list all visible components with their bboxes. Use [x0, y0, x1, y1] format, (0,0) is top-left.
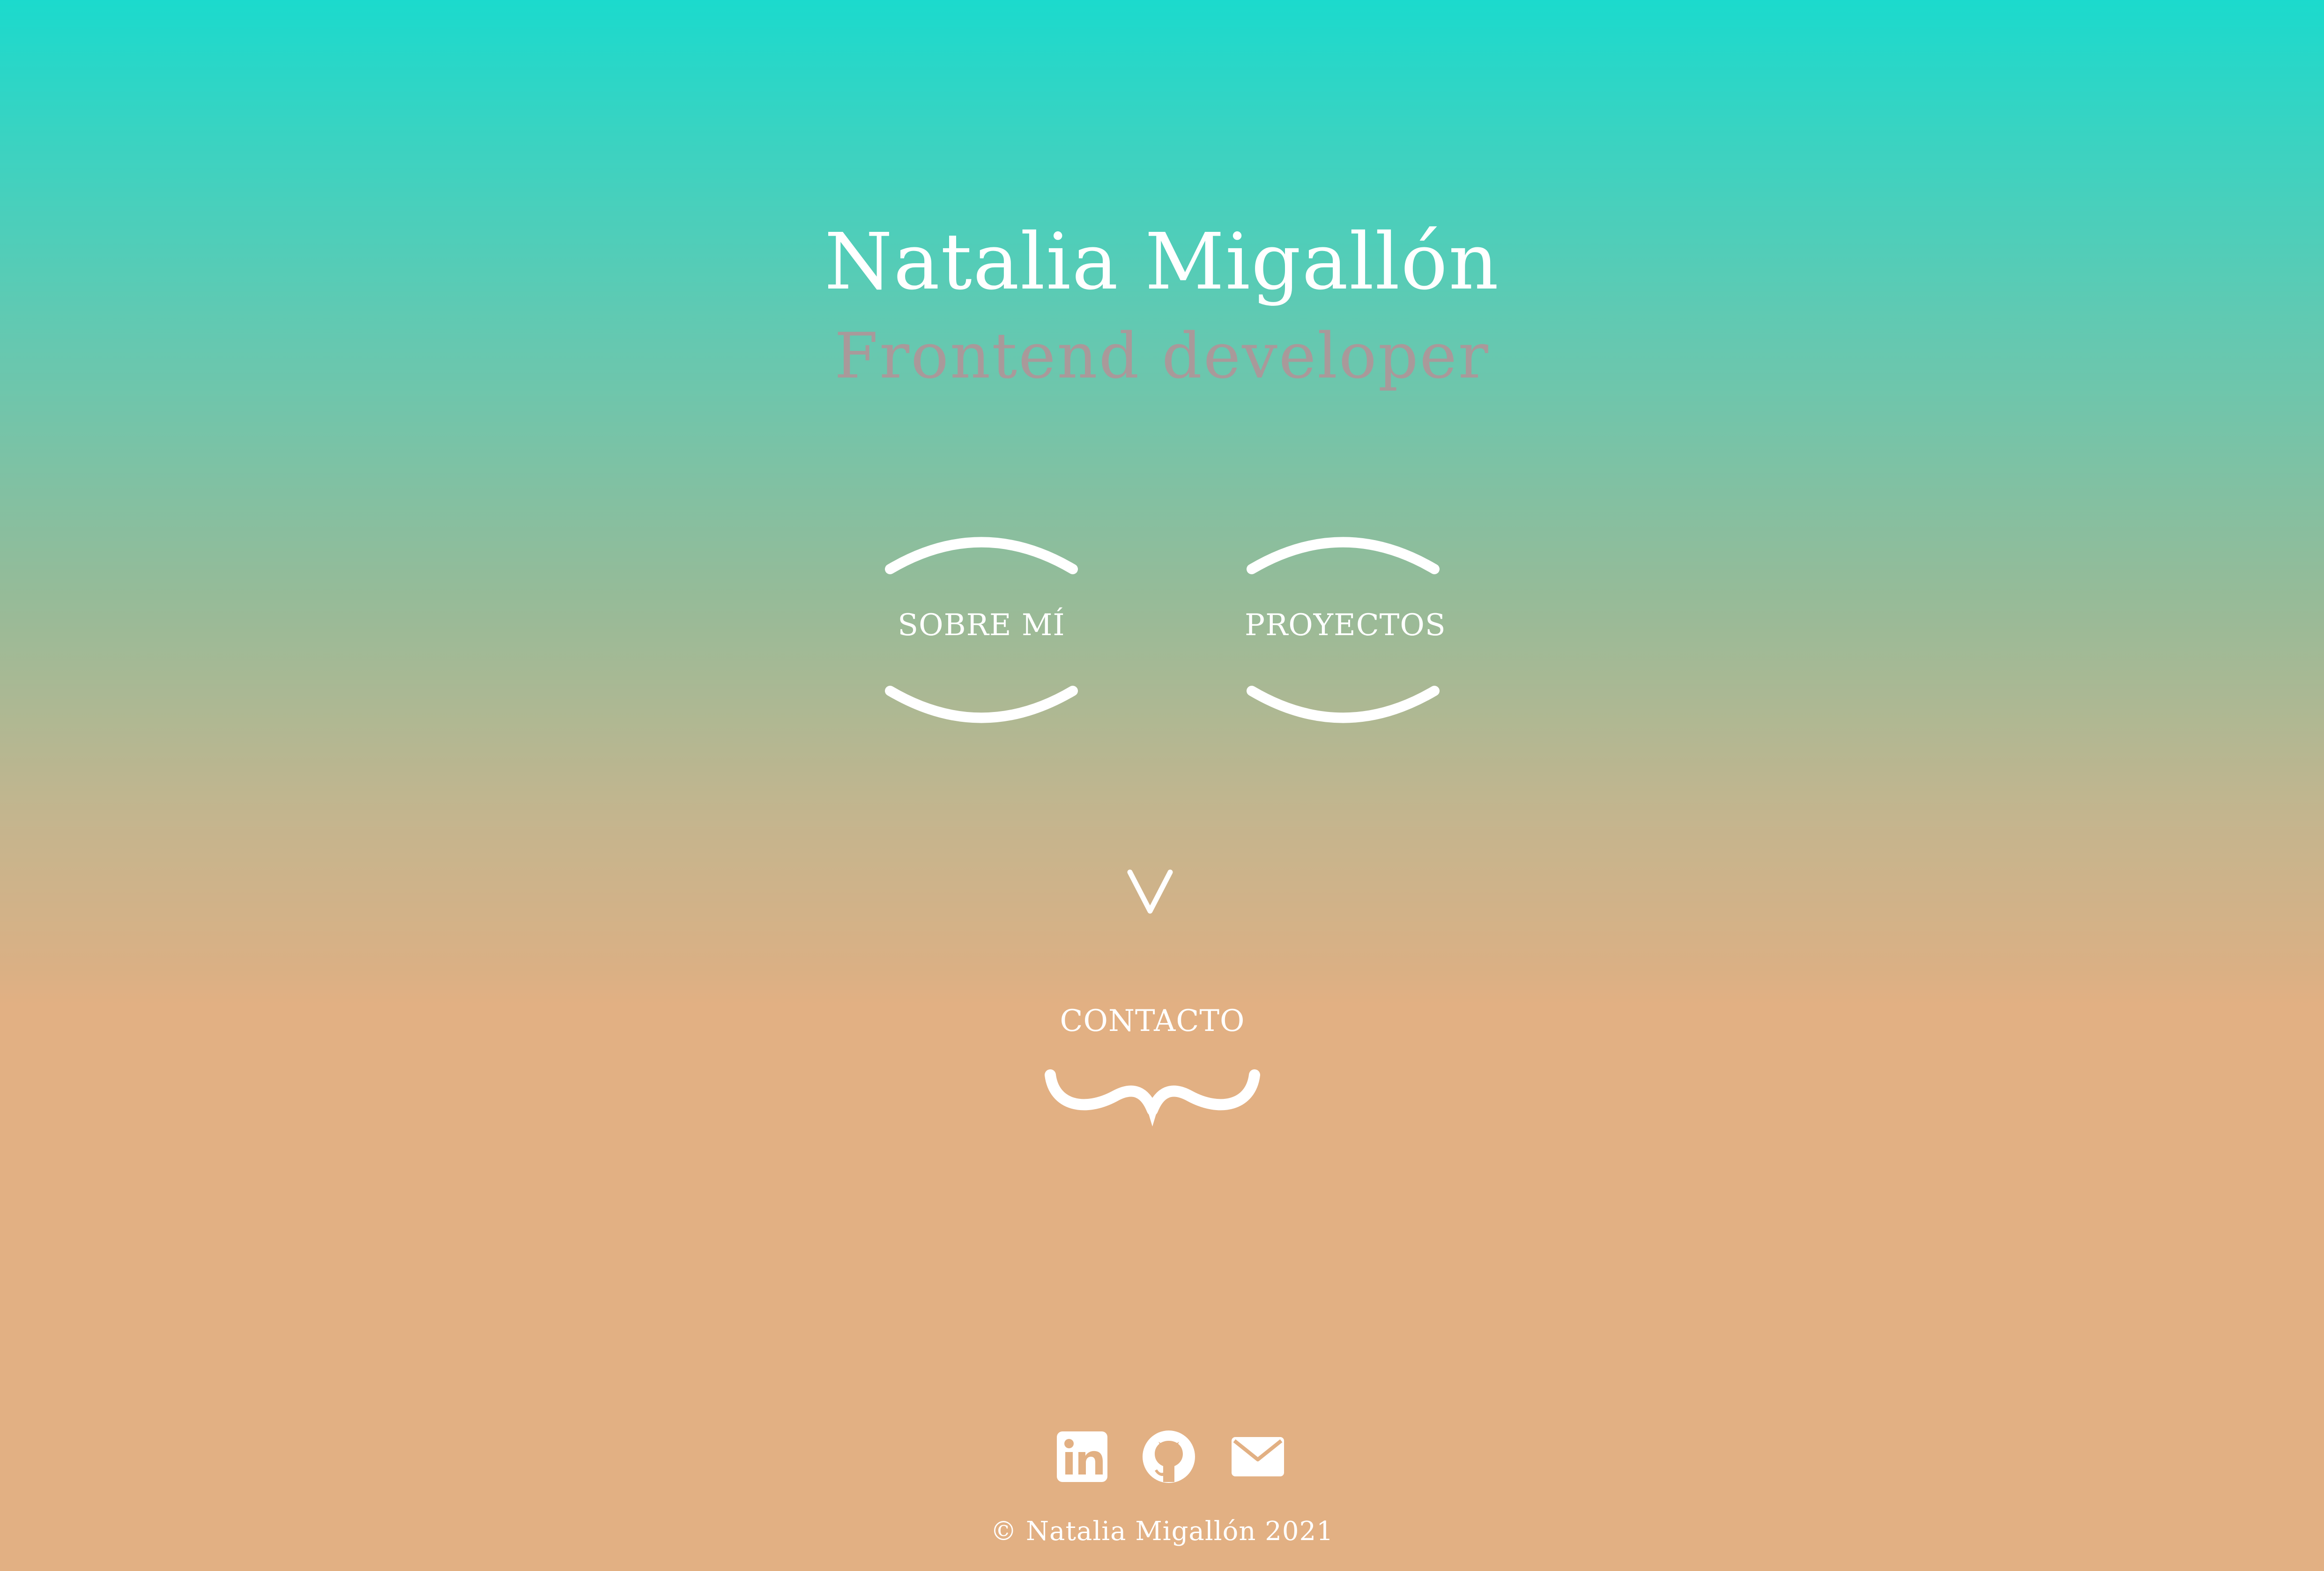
github-icon	[1143, 1430, 1195, 1483]
mustache-icon	[1045, 1069, 1260, 1126]
eyelid-icon	[1247, 686, 1440, 723]
footer-copyright: © Natalia Migallón 2021	[990, 1516, 1334, 1547]
nav-contact-link[interactable]: CONTACTO	[1026, 993, 1279, 1134]
email-link[interactable]	[1230, 1429, 1286, 1485]
nose-chevron-icon	[1127, 869, 1173, 914]
social-links	[1045, 1429, 1298, 1489]
linkedin-link[interactable]	[1054, 1429, 1110, 1485]
page-title: Natalia Migallón	[824, 217, 1500, 307]
nav-projects-link[interactable]: PROYECTOS	[1245, 525, 1446, 740]
nav-about-link[interactable]: SOBRE MÍ	[883, 525, 1080, 740]
eyelid-icon	[885, 686, 1078, 723]
nav-about-label: SOBRE MÍ	[898, 608, 1065, 643]
github-link[interactable]	[1141, 1429, 1197, 1485]
mail-icon	[1232, 1437, 1284, 1476]
eyebrow-icon	[885, 537, 1078, 574]
nav-projects-label: PROYECTOS	[1245, 608, 1446, 643]
nav-contact-label: CONTACTO	[1060, 1004, 1245, 1038]
linkedin-icon	[1057, 1431, 1107, 1482]
eyebrow-icon	[1247, 537, 1440, 574]
page-subtitle: Frontend developer	[834, 319, 1490, 393]
